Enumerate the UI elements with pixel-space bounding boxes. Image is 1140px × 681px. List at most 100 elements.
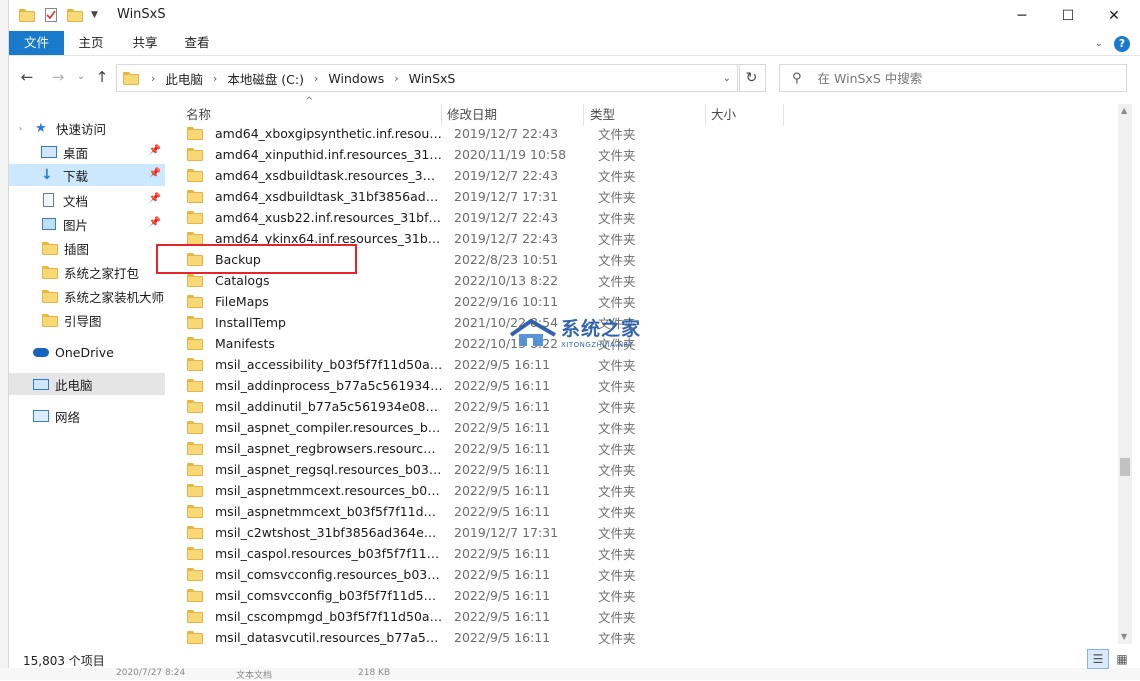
folder-icon[interactable] xyxy=(19,8,35,22)
sidebar-item-pictures[interactable]: 图片 📌 xyxy=(9,213,165,235)
file-type: 文件夹 xyxy=(598,442,636,457)
sidebar-item-xitong-installer[interactable]: 系统之家装机大师P xyxy=(9,285,165,307)
file-row[interactable]: msil_addinprocess_b77a5c561934e08... 2022… xyxy=(179,375,789,396)
search-input[interactable] xyxy=(815,69,1110,87)
sidebar-item-quick-access[interactable]: › ★ 快速访问 xyxy=(9,117,165,139)
customize-toolbar-icon[interactable]: ▼ xyxy=(91,10,98,20)
vertical-scrollbar[interactable]: ▲ ▼ xyxy=(1118,104,1132,644)
file-row[interactable]: msil_aspnet_regbrowsers.resources_... 202… xyxy=(179,438,789,459)
tab-view[interactable]: 查看 xyxy=(177,31,217,55)
minimize-button[interactable]: ─ xyxy=(999,0,1045,31)
folder-icon xyxy=(187,316,203,329)
file-row[interactable]: amd64_xsdbuildtask_31bf3856ad364... 2019/… xyxy=(179,186,789,207)
breadcrumb-winsxs[interactable]: WinSxS xyxy=(405,71,460,86)
properties-icon[interactable] xyxy=(45,8,57,22)
tab-share[interactable]: 共享 xyxy=(125,31,165,55)
pin-icon[interactable]: 📌 xyxy=(149,217,161,228)
help-icon[interactable]: ? xyxy=(1114,36,1130,52)
new-folder-icon[interactable] xyxy=(67,8,83,22)
chevron-right-icon[interactable]: › xyxy=(207,72,223,85)
file-row[interactable]: amd64_xsdbuildtask.resources_31bf3... 201… xyxy=(179,165,789,186)
file-date: 2022/9/5 16:11 xyxy=(454,504,551,519)
expand-ribbon-icon[interactable]: ⌄ xyxy=(1095,39,1103,49)
sidebar-item-desktop[interactable]: 桌面 📌 xyxy=(9,141,165,163)
address-dropdown-icon[interactable]: ⌄ xyxy=(723,73,731,84)
download-icon: ↓ xyxy=(41,167,53,183)
folder-icon xyxy=(187,463,203,476)
file-row[interactable]: msil_comsvcconfig.resources_b03f5f7... 20… xyxy=(179,564,789,585)
recent-locations-button[interactable]: ⌄ xyxy=(70,65,92,89)
sidebar-item-onedrive[interactable]: OneDrive xyxy=(9,341,165,363)
breadcrumb-windows[interactable]: Windows xyxy=(324,71,388,86)
forward-button[interactable]: → xyxy=(47,65,69,89)
search-box[interactable]: ⚲ xyxy=(779,64,1127,92)
file-row[interactable]: msil_caspol.resources_b03f5f7f11d50... 20… xyxy=(179,543,789,564)
file-date: 2022/9/5 16:11 xyxy=(454,630,551,645)
file-row[interactable]: amd64_xusb22.inf.resources_31bf385... 201… xyxy=(179,207,789,228)
details-view-icon[interactable]: ☰ xyxy=(1087,649,1109,669)
scroll-up-icon[interactable]: ▲ xyxy=(1121,106,1127,115)
pin-icon[interactable]: 📌 xyxy=(149,193,161,204)
file-date: 2022/9/5 16:11 xyxy=(454,441,551,456)
file-row[interactable]: msil_accessibility_b03f5f7f11d50a3a_... 2… xyxy=(179,354,789,375)
file-name-cell: msil_aspnet_regsql.resources_b03f5f... xyxy=(179,462,454,477)
address-bar[interactable]: › 此电脑 › 本地磁盘 (C:) › Windows › WinSxS ⌄ xyxy=(116,64,740,92)
file-name-cell: msil_aspnetmmcext_b03f5f7f11d50a3... xyxy=(179,504,454,519)
sidebar-item-this-pc[interactable]: 此电脑 xyxy=(9,373,165,395)
folder-icon xyxy=(187,442,203,455)
large-icons-view-icon[interactable]: ▦ xyxy=(1111,649,1133,669)
file-row[interactable]: InstallTemp 2021/10/22 8:54 文件夹 xyxy=(179,312,789,333)
file-row[interactable]: amd64_xboxgipsynthetic.inf.resource... 20… xyxy=(179,123,789,144)
file-name: FileMaps xyxy=(215,294,269,309)
pin-icon[interactable]: 📌 xyxy=(149,145,161,156)
sidebar-item-downloads[interactable]: ↓ 下载 📌 xyxy=(9,164,165,186)
refresh-button[interactable]: ↻ xyxy=(737,64,766,92)
file-row[interactable]: msil_datasvcutil.resources_b77a5c561... 2… xyxy=(179,627,789,648)
scroll-down-icon[interactable]: ▼ xyxy=(1121,632,1127,641)
chevron-right-icon[interactable]: › xyxy=(388,72,404,85)
pin-icon[interactable]: 📌 xyxy=(149,168,161,179)
file-row[interactable]: msil_aspnet_regsql.resources_b03f5f... 20… xyxy=(179,459,789,480)
file-name-cell: msil_comsvcconfig.resources_b03f5f7... xyxy=(179,567,454,582)
back-button[interactable]: ← xyxy=(16,65,38,89)
file-row[interactable]: msil_c2wtshost_31bf3856ad364e35_1... 2019… xyxy=(179,522,789,543)
folder-icon xyxy=(187,190,203,203)
file-name: Manifests xyxy=(215,336,275,351)
sidebar-item-network[interactable]: 网络 xyxy=(9,405,165,427)
breadcrumb-local-disk[interactable]: 本地磁盘 (C:) xyxy=(223,69,308,88)
file-row[interactable]: amd64_xinputhid.inf.resources_31bf3... 20… xyxy=(179,144,789,165)
chevron-right-icon[interactable]: › xyxy=(19,124,29,133)
ribbon-tabs: 文件 主页 共享 查看 ⌄ ? xyxy=(9,31,1140,56)
file-name-cell: amd64_xusb22.inf.resources_31bf385... xyxy=(179,210,454,225)
star-icon: ★ xyxy=(35,120,47,136)
sidebar-item-documents[interactable]: 文档 📌 xyxy=(9,189,165,211)
file-type: 文件夹 xyxy=(598,484,636,499)
background-size: 218 KB xyxy=(358,668,391,678)
tab-file[interactable]: 文件 xyxy=(9,31,64,55)
maximize-button[interactable]: ☐ xyxy=(1045,0,1091,31)
file-row[interactable]: msil_cscompmgd_b03f5f7f11d50a3a_... 2022/… xyxy=(179,606,789,627)
quick-access-toolbar: ▼ xyxy=(19,6,98,24)
file-date: 2019/12/7 22:43 xyxy=(454,231,559,246)
close-button[interactable]: ✕ xyxy=(1091,0,1137,31)
sidebar-item-illustrations[interactable]: 插图 xyxy=(9,237,165,259)
folder-icon xyxy=(187,526,203,539)
tab-home[interactable]: 主页 xyxy=(71,31,111,55)
breadcrumb-this-pc[interactable]: 此电脑 xyxy=(161,69,207,88)
file-date: 2022/9/5 16:11 xyxy=(454,462,551,477)
chevron-right-icon[interactable]: › xyxy=(308,72,324,85)
chevron-right-icon[interactable]: › xyxy=(145,72,161,85)
file-name: msil_accessibility_b03f5f7f11d50a3a_... xyxy=(215,357,443,372)
sidebar-item-boot-images[interactable]: 引导图 xyxy=(9,309,165,331)
up-button[interactable]: ↑ xyxy=(91,65,113,89)
file-row[interactable]: msil_aspnetmmcext.resources_b03f5f... 202… xyxy=(179,480,789,501)
scrollbar-thumb[interactable] xyxy=(1120,458,1130,476)
file-row[interactable]: FileMaps 2022/9/16 10:11 文件夹 xyxy=(179,291,789,312)
file-row[interactable]: Manifests 2022/10/13 8:22 文件夹 xyxy=(179,333,789,354)
file-row[interactable]: msil_comsvcconfig_b03f5f7f11d50a3a... 202… xyxy=(179,585,789,606)
sidebar-item-xitong-package[interactable]: 系统之家打包 xyxy=(9,261,165,283)
folder-icon xyxy=(187,358,203,371)
file-row[interactable]: msil_addinutil_b77a5c561934e089_10.... 20… xyxy=(179,396,789,417)
file-row[interactable]: msil_aspnet_compiler.resources_b03f... 20… xyxy=(179,417,789,438)
file-row[interactable]: msil_aspnetmmcext_b03f5f7f11d50a3... 2022… xyxy=(179,501,789,522)
